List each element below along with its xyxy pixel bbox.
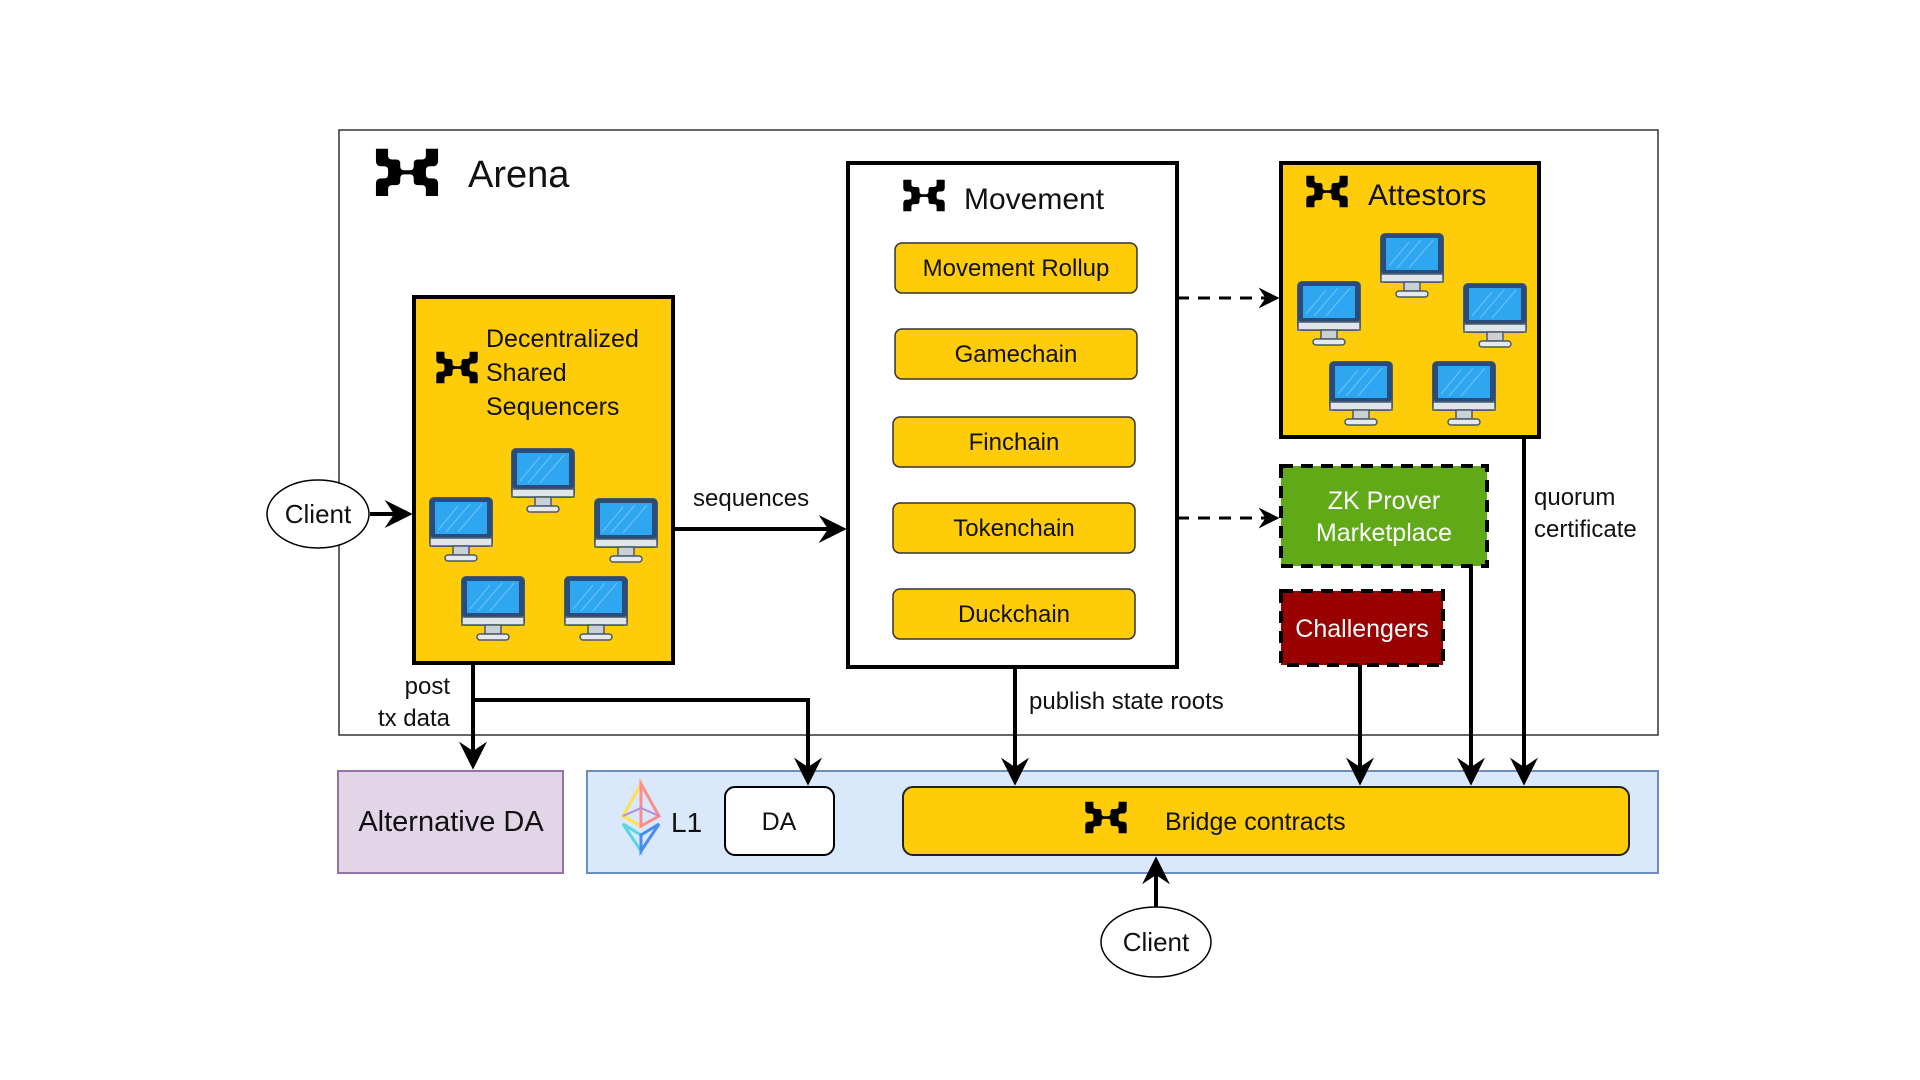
alternative-da-title: Alternative DA: [358, 806, 544, 838]
arena-title: Arena: [468, 154, 570, 196]
chain-label: Finchain: [969, 429, 1060, 456]
sequencers-title-line-1: Decentralized: [486, 325, 639, 353]
movement-box: Movement Movement Rollup Gamechain Finch…: [846, 161, 1179, 669]
chain-item[interactable]: Finchain: [892, 416, 1136, 468]
chain-label: Movement Rollup: [923, 255, 1110, 282]
client-left-label: Client: [285, 499, 352, 529]
publish-state-roots-label: publish state roots: [1029, 688, 1224, 715]
challengers-box[interactable]: Challengers: [1279, 589, 1445, 667]
chain-item[interactable]: Gamechain: [894, 328, 1138, 380]
chain-item[interactable]: Movement Rollup: [894, 242, 1138, 294]
architecture-diagram: Arena Decentralized Shared Sequencers Mo…: [266, 129, 1659, 978]
zk-prover-title-line-2: Marketplace: [1316, 519, 1452, 547]
bridge-contracts-label: Bridge contracts: [1165, 808, 1346, 836]
zk-prover-marketplace-box[interactable]: ZK Prover Marketplace: [1279, 464, 1489, 568]
quorum-certificate-label-line-2: certificate: [1534, 516, 1637, 543]
client-left[interactable]: Client: [266, 479, 370, 549]
chain-label: Duckchain: [958, 601, 1070, 628]
chain-item[interactable]: Duckchain: [892, 588, 1136, 640]
zk-prover-title-line-1: ZK Prover: [1328, 487, 1441, 515]
chain-label: Gamechain: [955, 341, 1078, 368]
sequences-label: sequences: [693, 485, 809, 512]
alternative-da-box[interactable]: Alternative DA: [337, 770, 564, 874]
post-tx-data-label-line-2: tx data: [378, 705, 451, 732]
movement-title: Movement: [964, 183, 1105, 216]
chain-label: Tokenchain: [953, 515, 1074, 542]
sequencers-box[interactable]: Decentralized Shared Sequencers: [412, 295, 675, 665]
bridge-contracts-box[interactable]: Bridge contracts: [902, 786, 1630, 856]
sequencers-title-line-2: Shared: [486, 359, 567, 387]
attestors-title: Attestors: [1368, 179, 1486, 212]
quorum-certificate-label-line-1: quorum: [1534, 484, 1615, 511]
da-box[interactable]: DA: [724, 786, 835, 856]
l1-container: L1 DA Bridge contracts: [586, 770, 1659, 874]
client-bottom-label: Client: [1123, 927, 1190, 957]
client-bottom[interactable]: Client: [1100, 906, 1212, 978]
chain-item[interactable]: Tokenchain: [892, 502, 1136, 554]
sequencers-title-line-3: Sequencers: [486, 393, 619, 421]
challengers-title: Challengers: [1295, 615, 1428, 643]
da-label: DA: [762, 808, 797, 836]
post-tx-data-label-line-1: post: [405, 673, 451, 700]
l1-title: L1: [671, 807, 702, 838]
attestors-box[interactable]: Attestors: [1279, 161, 1541, 439]
